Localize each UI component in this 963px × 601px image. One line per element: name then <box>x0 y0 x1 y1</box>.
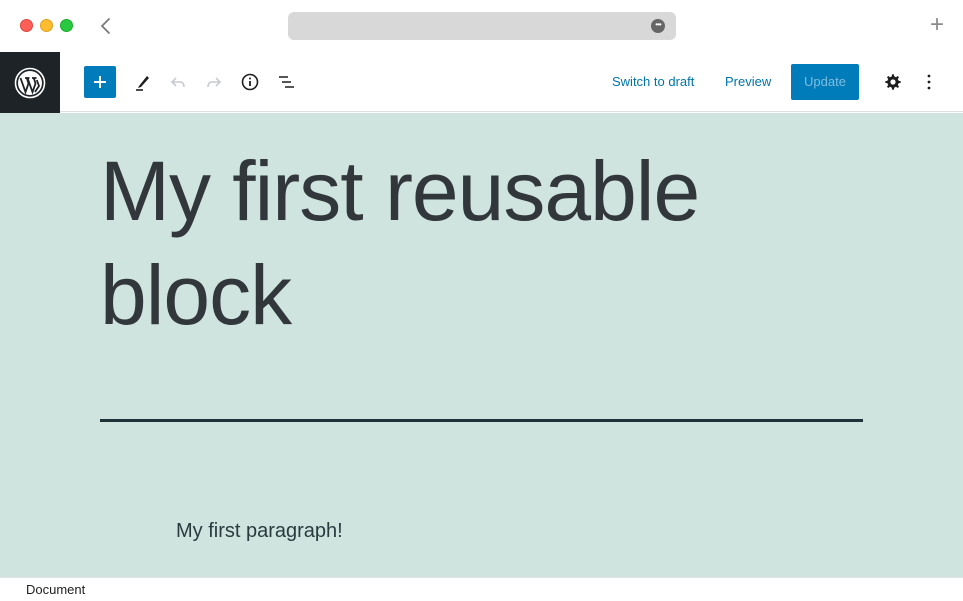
browser-chrome: ••• + <box>0 0 963 52</box>
details-button[interactable] <box>234 66 266 98</box>
chevron-left-icon <box>100 18 110 34</box>
more-icon[interactable]: ••• <box>651 19 665 33</box>
switch-to-draft-button[interactable]: Switch to draft <box>612 66 694 98</box>
close-window-button[interactable] <box>20 19 33 32</box>
address-bar[interactable]: ••• <box>288 12 676 40</box>
new-tab-button[interactable]: + <box>927 12 947 40</box>
info-icon <box>241 73 259 91</box>
editor-canvas[interactable]: My first reusable block My first paragra… <box>0 113 963 577</box>
gear-icon <box>885 74 901 90</box>
add-block-button[interactable] <box>84 66 116 98</box>
redo-icon <box>207 77 222 88</box>
preview-button[interactable]: Preview <box>725 66 771 98</box>
pencil-icon <box>136 76 149 91</box>
minimize-window-button[interactable] <box>40 19 53 32</box>
update-button[interactable]: Update <box>791 64 859 100</box>
undo-icon <box>170 77 185 88</box>
breadcrumb-document[interactable]: Document <box>26 582 85 597</box>
tools-button[interactable] <box>126 66 158 98</box>
maximize-window-button[interactable] <box>60 19 73 32</box>
list-view-button[interactable] <box>270 66 302 98</box>
undo-button[interactable] <box>162 66 194 98</box>
back-button[interactable] <box>96 14 116 38</box>
paragraph-block[interactable]: My first paragraph! <box>176 517 343 545</box>
list-view-icon <box>279 76 294 88</box>
options-button[interactable] <box>913 66 945 98</box>
editor-header: Switch to draft Preview Update <box>0 52 963 113</box>
redo-button[interactable] <box>198 66 230 98</box>
wordpress-icon <box>14 67 46 98</box>
wordpress-logo[interactable] <box>0 52 60 113</box>
plus-icon <box>94 76 106 88</box>
vertical-ellipsis-icon <box>927 74 931 90</box>
settings-button[interactable] <box>877 66 909 98</box>
editor-footer: Document <box>0 577 963 601</box>
separator-block[interactable] <box>100 419 863 422</box>
post-title[interactable]: My first reusable block <box>100 139 880 347</box>
